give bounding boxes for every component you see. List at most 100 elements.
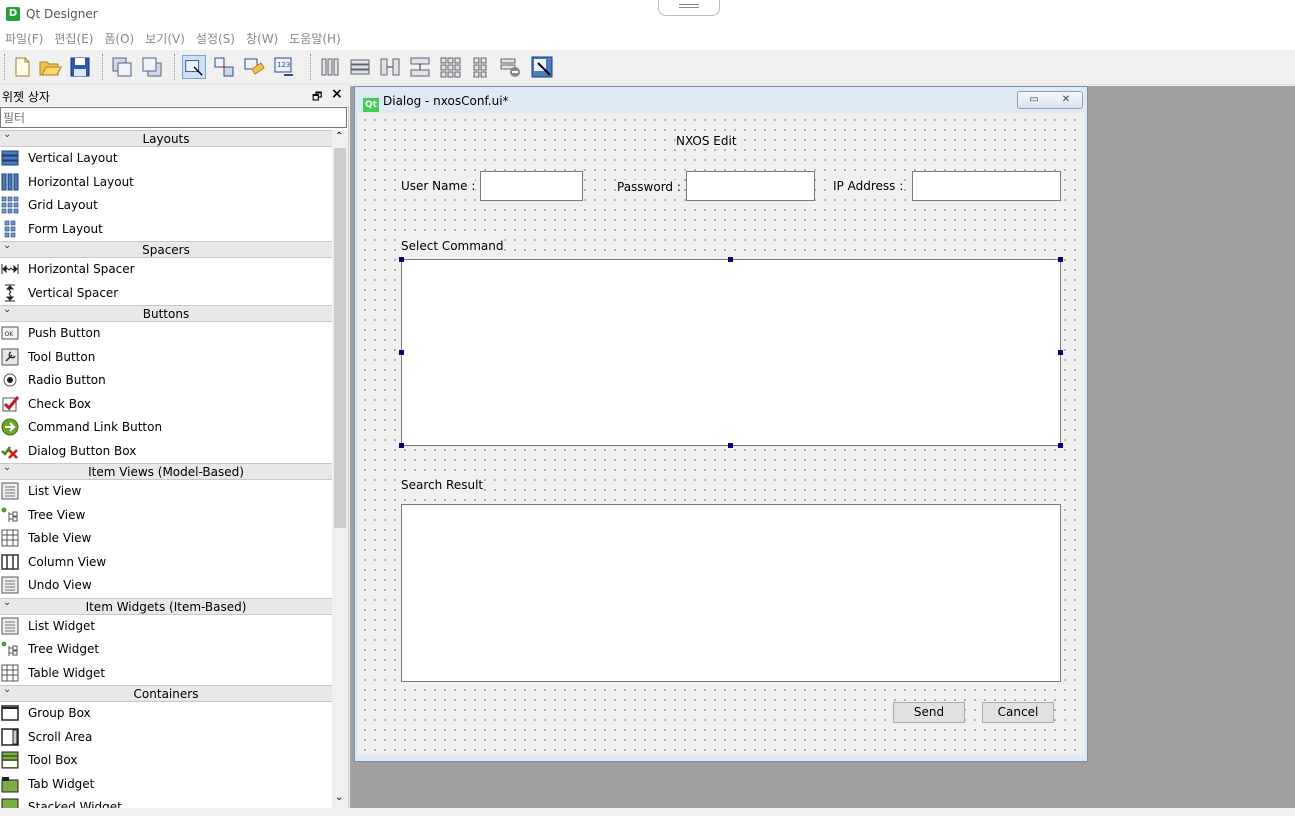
- menu-edit[interactable]: 편집(E): [49, 28, 99, 50]
- lay-out-vertical-splitter-icon[interactable]: [408, 55, 432, 79]
- adjust-size-icon[interactable]: [530, 55, 554, 79]
- filter-input[interactable]: [0, 107, 347, 128]
- cancel-button[interactable]: Cancel: [982, 702, 1054, 723]
- widget-label: Stacked Widget: [28, 800, 122, 808]
- scrollbar-thumb[interactable]: [334, 148, 346, 528]
- close-icon[interactable]: ✕: [1050, 92, 1082, 108]
- lay-out-form-icon[interactable]: [468, 55, 492, 79]
- send-to-back-icon[interactable]: [110, 55, 134, 79]
- selection-handle[interactable]: [728, 443, 733, 448]
- send-button[interactable]: Send: [893, 702, 965, 723]
- tree-widget-icon: [1, 641, 18, 656]
- category-label: Item Views (Model-Based): [88, 465, 244, 479]
- pull-down-handle[interactable]: [658, 0, 720, 16]
- widget-tree-widget[interactable]: Tree Widget: [0, 638, 332, 662]
- category-spacers[interactable]: ⌄ Spacers: [0, 240, 332, 258]
- widget-tree-view[interactable]: Tree View: [0, 504, 332, 528]
- widget-form-layout[interactable]: Form Layout: [0, 218, 332, 242]
- category-buttons[interactable]: ⌄ Buttons: [0, 304, 332, 322]
- dock-header: 위젯 상자 🗗 ×: [0, 86, 349, 106]
- close-icon[interactable]: ×: [331, 86, 343, 102]
- widget-list-scrollbar[interactable]: ⌃ ⌄: [332, 130, 348, 808]
- widget-label: Tool Box: [28, 753, 78, 767]
- widget-list-widget[interactable]: List Widget: [0, 615, 332, 639]
- lay-out-vertically-icon[interactable]: [348, 55, 372, 79]
- category-containers[interactable]: ⌄ Containers: [0, 684, 332, 702]
- category-item-views[interactable]: ⌄ Item Views (Model-Based): [0, 462, 332, 480]
- menu-form[interactable]: 폼(O): [99, 28, 140, 50]
- edit-signals-slots-icon[interactable]: [212, 55, 236, 79]
- selection-handle[interactable]: [1058, 257, 1063, 262]
- user-name-field[interactable]: [480, 171, 583, 201]
- widget-table-widget[interactable]: Table Widget: [0, 662, 332, 686]
- toolbar-separator: [310, 54, 312, 80]
- widget-column-view[interactable]: Column View: [0, 551, 332, 575]
- edit-buddies-icon[interactable]: [242, 55, 266, 79]
- search-result-box[interactable]: [401, 504, 1061, 682]
- menu-window[interactable]: 창(W): [241, 28, 284, 50]
- widget-vertical-layout[interactable]: Vertical Layout: [0, 147, 332, 171]
- widget-horizontal-layout[interactable]: Horizontal Layout: [0, 171, 332, 195]
- widget-label: Column View: [28, 554, 107, 569]
- selection-handle[interactable]: [399, 443, 404, 448]
- widget-label: Command Link Button: [28, 420, 163, 434]
- chevron-up-icon[interactable]: ⌃: [335, 131, 343, 142]
- select-command-list[interactable]: [401, 259, 1061, 446]
- widget-check-box[interactable]: Check Box: [0, 393, 332, 417]
- widget-tool-button[interactable]: Tool Button: [0, 346, 332, 370]
- widget-dialog-button-box[interactable]: Dialog Button Box: [0, 440, 332, 464]
- selection-handle[interactable]: [728, 257, 733, 262]
- lay-out-grid-icon[interactable]: [438, 55, 462, 79]
- selection-handle[interactable]: [399, 350, 404, 355]
- widget-undo-view[interactable]: Undo View: [0, 574, 332, 598]
- widget-label: Table Widget: [28, 665, 106, 680]
- float-icon[interactable]: 🗗: [312, 88, 322, 107]
- widget-list-view[interactable]: List View: [0, 480, 332, 504]
- minimize-icon[interactable]: ▭: [1018, 92, 1050, 108]
- password-field[interactable]: [686, 171, 815, 201]
- category-label: Buttons: [142, 307, 190, 321]
- widget-scroll-area[interactable]: Scroll Area: [0, 726, 332, 750]
- chevron-down-icon[interactable]: ⌄: [335, 792, 343, 803]
- widget-grid-layout[interactable]: Grid Layout: [0, 194, 332, 218]
- widget-radio-button[interactable]: Radio Button: [0, 369, 332, 393]
- edit-widgets-icon[interactable]: [182, 55, 206, 79]
- menu-settings[interactable]: 설정(S): [191, 28, 241, 50]
- widget-tab-widget[interactable]: Tab Widget: [0, 773, 332, 797]
- widget-label: Vertical Spacer: [28, 285, 119, 300]
- widget-label: Form Layout: [28, 221, 103, 236]
- subwindow-title-bar[interactable]: Qt Dialog - nxosConf.ui*: [363, 94, 509, 112]
- widget-stacked-widget[interactable]: Stacked Widget: [0, 796, 332, 808]
- widget-label: Undo View: [28, 578, 92, 592]
- save-icon[interactable]: [68, 55, 92, 79]
- widget-command-link-button[interactable]: Command Link Button: [0, 416, 332, 440]
- widget-horizontal-spacer[interactable]: Horizontal Spacer: [0, 258, 332, 282]
- new-form-icon[interactable]: [10, 55, 34, 79]
- widget-push-button[interactable]: OK Push Button: [0, 322, 332, 346]
- widget-group-box[interactable]: Group Box: [0, 702, 332, 726]
- selection-handle[interactable]: [1058, 350, 1063, 355]
- widget-label: Push Button: [28, 326, 101, 340]
- menu-file[interactable]: 파일(F): [0, 28, 49, 50]
- lay-out-horizontal-splitter-icon[interactable]: [378, 55, 402, 79]
- category-layouts[interactable]: ⌄ Layouts: [0, 130, 332, 147]
- widget-tool-box[interactable]: Tool Box: [0, 749, 332, 773]
- bring-to-front-icon[interactable]: [140, 55, 164, 79]
- menu-view[interactable]: 보기(V): [140, 28, 191, 50]
- widget-table-view[interactable]: Table View: [0, 527, 332, 551]
- category-label: Containers: [133, 687, 199, 701]
- menu-bar: 파일(F) 편집(E) 폼(O) 보기(V) 설정(S) 창(W) 도움말(H): [0, 28, 1295, 50]
- selection-handle[interactable]: [1058, 443, 1063, 448]
- widget-vertical-spacer[interactable]: Vertical Spacer: [0, 282, 332, 306]
- menu-help[interactable]: 도움말(H): [284, 28, 347, 50]
- selection-handle[interactable]: [399, 257, 404, 262]
- edit-tab-order-icon[interactable]: 123: [272, 55, 296, 79]
- category-item-widgets[interactable]: ⌄ Item Widgets (Item-Based): [0, 597, 332, 615]
- form-canvas[interactable]: NXOS Edit User Name : Password : IP Addr…: [358, 113, 1084, 755]
- open-icon[interactable]: [38, 55, 62, 79]
- break-layout-icon[interactable]: [498, 55, 522, 79]
- lay-out-horizontally-icon[interactable]: [318, 55, 342, 79]
- ip-address-field[interactable]: [912, 171, 1061, 201]
- svg-text:OK: OK: [5, 331, 15, 338]
- scroll-area-icon: [1, 727, 19, 746]
